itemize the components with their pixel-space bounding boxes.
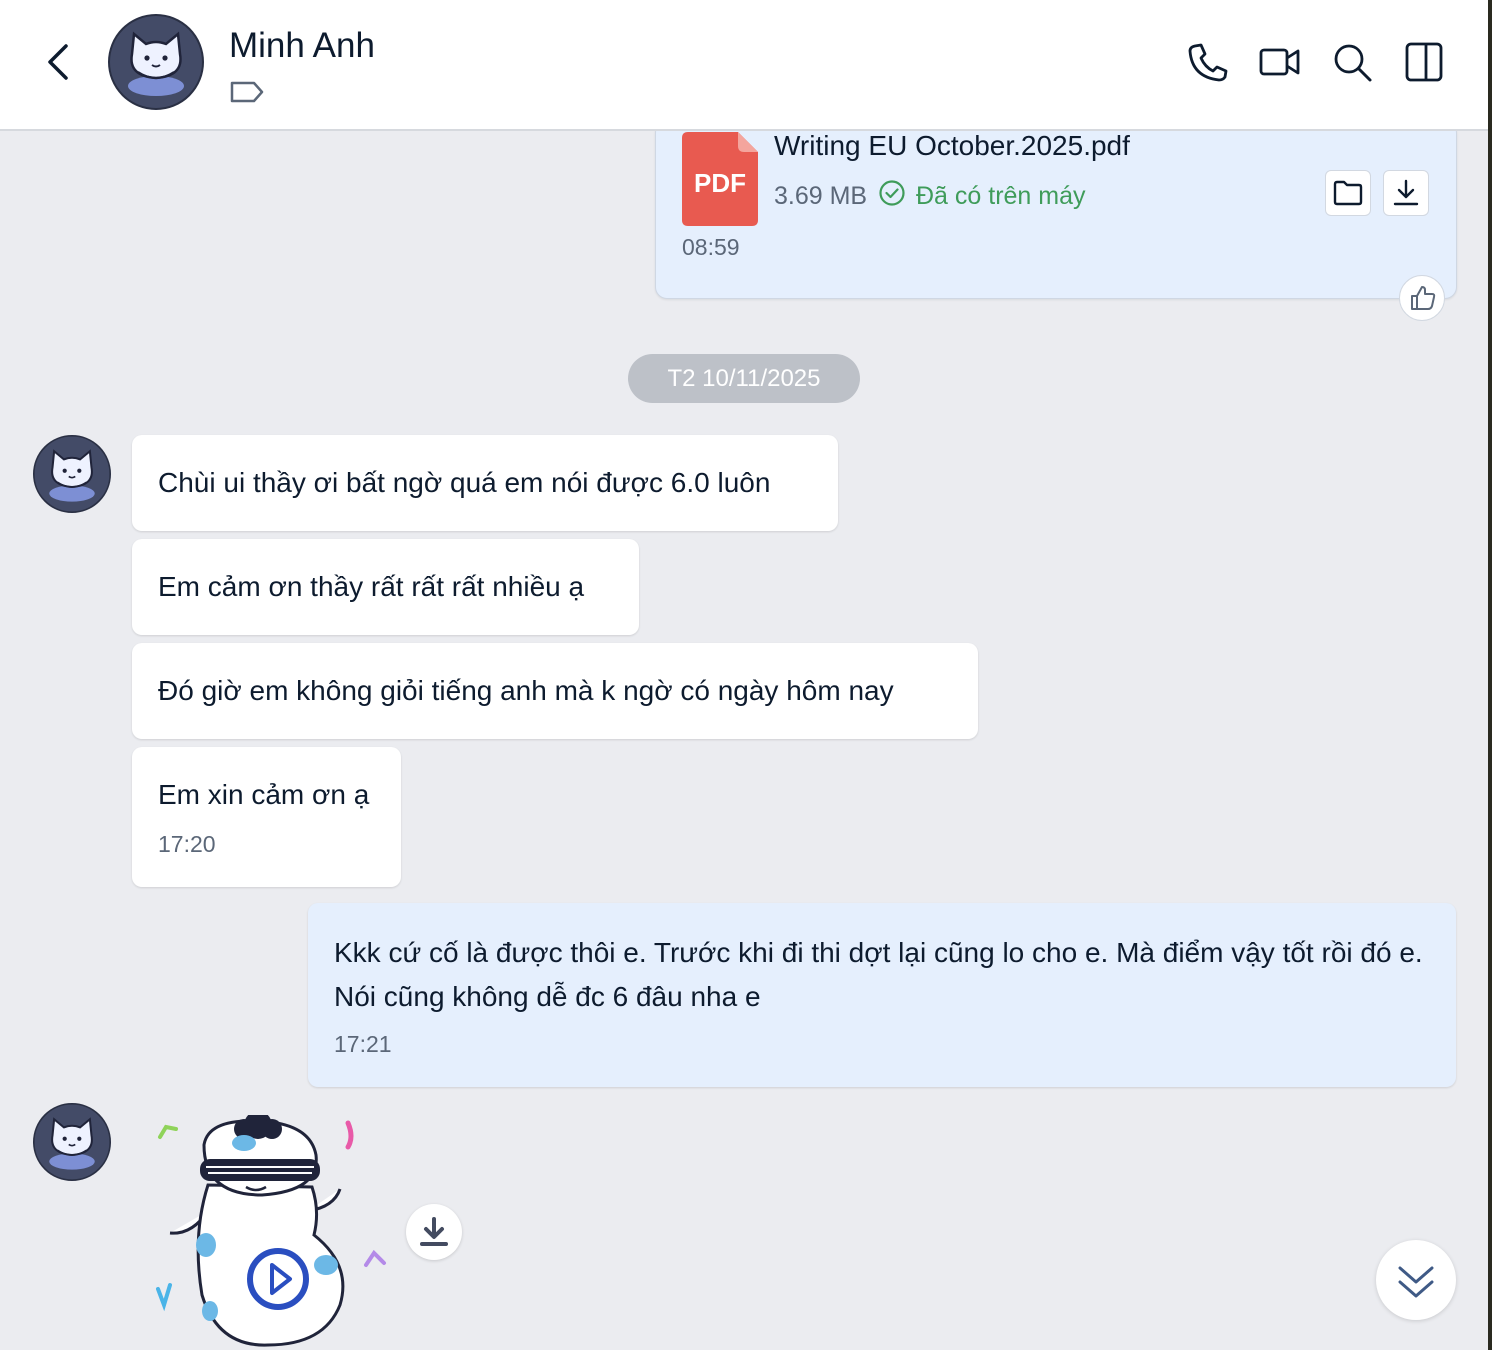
- search-icon[interactable]: [1330, 40, 1374, 84]
- open-folder-button[interactable]: [1325, 170, 1371, 216]
- message-time: 17:20: [158, 831, 216, 857]
- message-text: Chùi ui thầy ơi bất ngờ quá em nói được …: [158, 467, 771, 498]
- sender-avatar[interactable]: [33, 435, 111, 513]
- pdf-badge: PDF: [694, 168, 746, 198]
- thumbs-up-icon: [1411, 286, 1436, 310]
- chat-header: Minh Anh: [0, 0, 1488, 131]
- contact-name[interactable]: Minh Anh: [229, 26, 375, 66]
- window-edge: [1488, 0, 1492, 1350]
- message-time: 17:21: [334, 1031, 392, 1057]
- message-list[interactable]: PDF Writing EU October.2025.pdf 3.69 MB …: [0, 121, 1488, 1350]
- sticker-download-button[interactable]: [406, 1204, 462, 1260]
- incoming-message[interactable]: Em xin cảm ơn ạ 17:20: [132, 747, 401, 887]
- double-chevron-down-icon: [1398, 1266, 1434, 1298]
- message-time: 08:59: [682, 234, 740, 260]
- message-text: Đó giờ em không giỏi tiếng anh mà k ngờ …: [158, 675, 894, 706]
- phone-call-icon[interactable]: [1186, 40, 1230, 84]
- dancing-cow-sticker[interactable]: [148, 1115, 398, 1350]
- incoming-message[interactable]: Đó giờ em không giỏi tiếng anh mà k ngờ …: [132, 643, 978, 739]
- react-button[interactable]: [1399, 275, 1445, 321]
- download-icon: [1393, 179, 1419, 206]
- download-file-button[interactable]: [1383, 170, 1429, 216]
- side-panel-icon[interactable]: [1402, 40, 1446, 84]
- contact-avatar[interactable]: [108, 14, 204, 110]
- check-circle-icon: [879, 180, 905, 206]
- label-tag-icon[interactable]: [230, 80, 264, 104]
- message-text: Em cảm ơn thầy rất rất rất nhiều ạ: [158, 571, 585, 602]
- incoming-message[interactable]: Em cảm ơn thầy rất rất rất nhiều ạ: [132, 539, 639, 635]
- download-icon: [420, 1217, 448, 1246]
- pdf-file-icon: PDF: [682, 132, 758, 226]
- file-name: Writing EU October.2025.pdf: [774, 130, 1130, 161]
- message-text: Kkk cứ cố là được thôi e. Trước khi đi t…: [334, 937, 1423, 1012]
- folder-icon: [1333, 180, 1363, 206]
- file-size: 3.69 MB: [774, 182, 868, 210]
- sender-avatar[interactable]: [33, 1103, 111, 1181]
- back-button[interactable]: [40, 40, 80, 84]
- incoming-message[interactable]: Chùi ui thầy ơi bất ngờ quá em nói được …: [132, 435, 838, 531]
- date-divider: T2 10/11/2025: [628, 354, 860, 403]
- outgoing-message[interactable]: Kkk cứ cố là được thôi e. Trước khi đi t…: [308, 903, 1456, 1087]
- chat-window: Minh Anh PDF Writing EU October.2025.pdf…: [0, 0, 1492, 1350]
- video-call-icon[interactable]: [1258, 40, 1302, 84]
- file-message[interactable]: PDF Writing EU October.2025.pdf 3.69 MB …: [655, 121, 1457, 299]
- scroll-to-bottom-button[interactable]: [1376, 1240, 1456, 1320]
- back-icon: [48, 44, 68, 80]
- message-text: Em xin cảm ơn ạ: [158, 779, 370, 810]
- file-download-status: Đã có trên máy: [916, 182, 1086, 210]
